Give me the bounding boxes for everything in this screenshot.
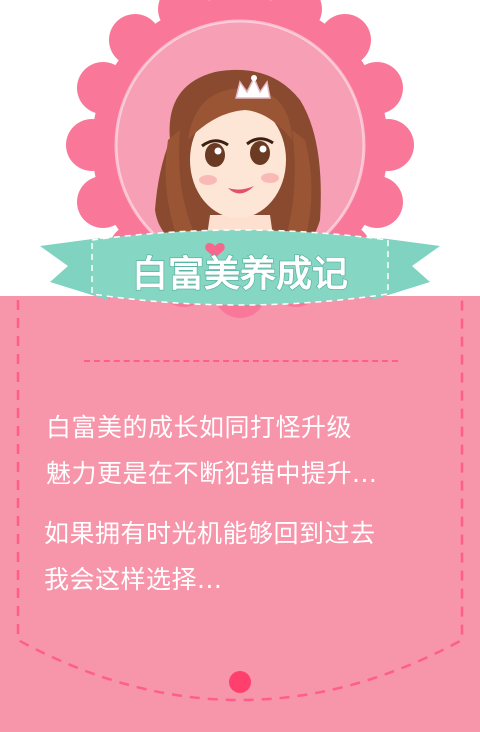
game-title: 白富美养成记: [132, 253, 348, 295]
intro-line-3: 如果拥有时光机能够回到过去: [44, 519, 376, 548]
intro-line-1: 白富美的成长如同打怪升级: [46, 413, 353, 442]
page-dot-icon[interactable]: [229, 671, 251, 693]
intro-line-2: 魅力更是在不断犯错中提升...: [46, 459, 378, 488]
dashed-divider: [84, 360, 398, 362]
intro-screen: 白富美养成记 白富美的成长如同打怪升级 魅力更是在不断犯错中提升... 如果拥有…: [0, 0, 480, 732]
intro-line-4: 我会这样选择...: [44, 565, 223, 594]
title-badge: 白富美养成记: [40, 0, 440, 318]
